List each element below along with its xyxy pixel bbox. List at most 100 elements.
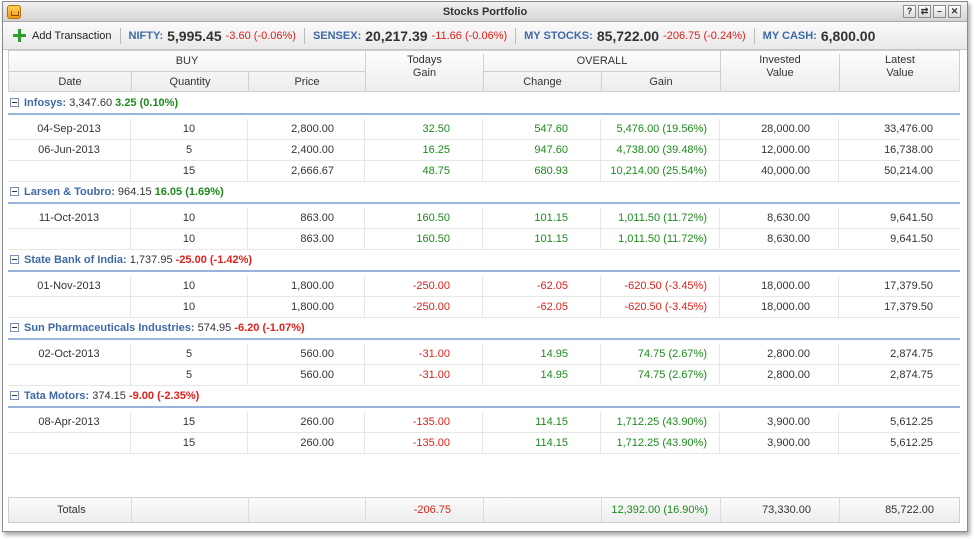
cell-price: 863.00 bbox=[248, 229, 365, 250]
cell-qty: 10 bbox=[131, 297, 248, 318]
group-summary-row[interactable]: 10 863.00 160.50 101.15 1,011.50 (11.72%) 8,6… bbox=[8, 229, 960, 250]
group-summary-row[interactable]: 5 560.00 -31.00 14.95 74.75 (2.67%) 2,800.00 2… bbox=[8, 365, 960, 386]
totals-price bbox=[249, 498, 366, 522]
cell-gain: -620.50 (-3.45%) bbox=[601, 276, 720, 297]
cell-change: 114.15 bbox=[483, 412, 601, 433]
cell-latest: 17,379.50 bbox=[884, 280, 933, 292]
cell-change: 547.60 bbox=[483, 119, 601, 140]
cell-invested: 28,000.00 bbox=[720, 119, 839, 140]
header-price[interactable]: Price bbox=[249, 72, 366, 92]
stock-price: 3,347.60 bbox=[69, 97, 113, 109]
totals-row: Totals -206.75 12,392.00 (16.90%) 73,330… bbox=[8, 497, 960, 523]
sensex-label: SENSEX: bbox=[312, 29, 362, 42]
mystocks-label: MY STOCKS: bbox=[524, 29, 593, 42]
stock-change: -6.20 (-1.07%) bbox=[234, 322, 305, 334]
window-title: Stocks Portfolio bbox=[442, 6, 528, 18]
cell-qty: 10 bbox=[131, 276, 248, 297]
nifty-label: NIFTY: bbox=[128, 29, 164, 42]
collapse-icon[interactable] bbox=[10, 391, 19, 400]
cell-today: -250.00 bbox=[365, 276, 483, 297]
cell-today: 160.50 bbox=[365, 229, 483, 250]
toolbar-separator bbox=[303, 27, 305, 44]
header-todays-gain[interactable]: Todays Gain bbox=[366, 54, 484, 92]
cell-invested: 18,000.00 bbox=[720, 276, 839, 297]
group-summary-row[interactable]: 10 1,800.00 -250.00 -62.05 -620.50 (-3.45%) 1… bbox=[8, 297, 960, 318]
table-row[interactable]: 06-Jun-2013 5 2,400.00 16.25 947.60 4,738.00 … bbox=[8, 140, 960, 161]
toolbar-separator bbox=[119, 27, 121, 44]
totals-change bbox=[484, 498, 602, 522]
stock-price: 574.95 bbox=[197, 322, 232, 334]
header-date[interactable]: Date bbox=[9, 72, 132, 92]
cell-price: 560.00 bbox=[248, 365, 365, 386]
cell-today: -135.00 bbox=[365, 412, 483, 433]
minimize-button[interactable]: – bbox=[933, 5, 946, 18]
plus-icon bbox=[13, 29, 26, 42]
header-latest-value[interactable]: Latest Value bbox=[840, 54, 960, 92]
cell-invested: 8,630.00 bbox=[720, 229, 839, 250]
collapse-icon[interactable] bbox=[10, 255, 19, 264]
mycash-value: 6,800.00 bbox=[820, 27, 876, 44]
cell-price: 1,800.00 bbox=[248, 276, 365, 297]
cell-change: 14.95 bbox=[483, 344, 601, 365]
refresh-button[interactable]: ⇄ bbox=[918, 5, 931, 18]
cell-price: 2,400.00 bbox=[248, 140, 365, 161]
cell-latest: 17,379.50 bbox=[884, 301, 933, 313]
cell-change: 101.15 bbox=[483, 208, 601, 229]
stock-change: -9.00 (-2.35%) bbox=[128, 390, 200, 402]
table-row[interactable]: 01-Nov-2013 10 1,800.00 -250.00 -62.05 -620.5… bbox=[8, 276, 960, 297]
cell-date: 08-Apr-2013 bbox=[8, 412, 131, 433]
cell-latest: 5,612.25 bbox=[890, 437, 933, 449]
add-transaction-button[interactable]: Add Transaction bbox=[13, 29, 112, 42]
table-row[interactable]: 04-Sep-2013 10 2,800.00 32.50 547.60 5,476.00… bbox=[8, 119, 960, 140]
title-bar[interactable]: Stocks Portfolio ? ⇄ – ✕ bbox=[3, 2, 967, 22]
toolbar-separator bbox=[515, 27, 517, 44]
cell-gain: -620.50 (-3.45%) bbox=[601, 297, 720, 318]
help-button[interactable]: ? bbox=[903, 5, 916, 18]
cell-price: 863.00 bbox=[248, 208, 365, 229]
cell-change: -62.05 bbox=[483, 276, 601, 297]
cell-qty: 5 bbox=[131, 140, 248, 161]
cell-qty: 5 bbox=[131, 344, 248, 365]
sensex-value: 20,217.39 bbox=[365, 27, 428, 44]
close-button[interactable]: ✕ bbox=[948, 5, 961, 18]
collapse-icon[interactable] bbox=[10, 98, 19, 107]
header-gain[interactable]: Gain bbox=[602, 72, 721, 92]
cell-gain: 10,214.00 (25.54%) bbox=[601, 161, 720, 182]
stock-price: 964.15 bbox=[117, 186, 152, 198]
table-row[interactable]: 02-Oct-2013 5 560.00 -31.00 14.95 74.75 (2.67… bbox=[8, 344, 960, 365]
stock-change: -25.00 (-1.42%) bbox=[175, 254, 253, 266]
cell-date bbox=[8, 297, 131, 318]
stock-group-header[interactable]: State Bank of India: 1,737.95 -25.00 (-1… bbox=[8, 250, 960, 272]
group-summary-row[interactable]: 15 2,666.67 48.75 680.93 10,214.00 (25.54%) 4… bbox=[8, 161, 960, 182]
collapse-icon[interactable] bbox=[10, 323, 19, 332]
header-change[interactable]: Change bbox=[484, 72, 602, 92]
cell-change: 101.15 bbox=[483, 229, 601, 250]
cell-today: -31.00 bbox=[365, 365, 483, 386]
group-summary-row[interactable]: 15 260.00 -135.00 114.15 1,712.25 (43.90%) 3,… bbox=[8, 433, 960, 454]
collapse-icon[interactable] bbox=[10, 187, 19, 196]
stock-change: 3.25 (0.10%) bbox=[115, 97, 179, 109]
header-buy: BUY bbox=[9, 51, 366, 71]
cell-latest: 9,641.50 bbox=[890, 233, 933, 245]
cell-change: 14.95 bbox=[483, 365, 601, 386]
cell-change: -62.05 bbox=[483, 297, 601, 318]
cell-date: 02-Oct-2013 bbox=[8, 344, 131, 365]
cell-date bbox=[8, 161, 131, 182]
cell-price: 2,800.00 bbox=[248, 119, 365, 140]
stock-group-header[interactable]: Tata Motors: 374.15 -9.00 (-2.35%) bbox=[8, 386, 960, 408]
table-row[interactable]: 11-Oct-2013 10 863.00 160.50 101.15 1,011.50 … bbox=[8, 208, 960, 229]
header-quantity[interactable]: Quantity bbox=[132, 72, 249, 92]
table-row[interactable]: 08-Apr-2013 15 260.00 -135.00 114.15 1,712.25… bbox=[8, 412, 960, 433]
stock-group-header[interactable]: Larsen & Toubro: 964.15 16.05 (1.69%) bbox=[8, 182, 960, 204]
cell-price: 260.00 bbox=[248, 412, 365, 433]
cell-gain: 5,476.00 (19.56%) bbox=[601, 119, 720, 140]
header-invested-value[interactable]: Invested Value bbox=[721, 54, 840, 92]
cell-date bbox=[8, 229, 131, 250]
cell-today: -250.00 bbox=[365, 297, 483, 318]
stock-group-header[interactable]: Infosys: 3,347.60 3.25 (0.10%) bbox=[8, 93, 960, 115]
stock-group-label: Larsen & Toubro: 964.15 16.05 (1.69%) bbox=[24, 186, 224, 198]
stock-name: Sun Pharmaceuticals Industries: bbox=[24, 322, 195, 334]
cell-qty: 15 bbox=[131, 433, 248, 454]
stock-group-header[interactable]: Sun Pharmaceuticals Industries: 574.95 -… bbox=[8, 318, 960, 340]
cell-latest: 16,738.00 bbox=[884, 144, 933, 156]
